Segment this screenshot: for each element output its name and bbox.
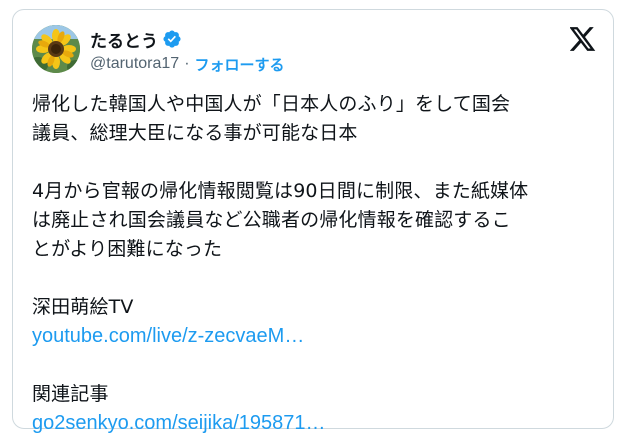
tweet-line: 帰化した韓国人や中国人が「日本人のふり」をして国会 — [32, 93, 511, 115]
source-link[interactable]: go2senkyo.com/seijika/195871… — [32, 409, 607, 438]
tweet-card: たるとう @tarutora17 · フォローする 帰化した韓国人や中国人が「日… — [12, 9, 614, 434]
follow-button[interactable]: フォローする — [195, 54, 285, 75]
tweet-line: 4月から官報の帰化情報閲覧は90日間に制限、また紙媒体 — [32, 180, 529, 202]
x-logo-icon[interactable] — [570, 27, 596, 51]
source-link[interactable]: youtube.com/live/z-zecvaeM… — [32, 322, 607, 351]
author-name-row: たるとう — [90, 27, 182, 52]
tweet-line: とがより困難になった — [32, 238, 223, 260]
avatar[interactable] — [32, 25, 80, 73]
author-handle-row: @tarutora17 · フォローする — [90, 53, 285, 75]
author-handle[interactable]: @tarutora17 — [90, 55, 179, 73]
source-label: 関連記事 — [32, 383, 109, 405]
source-label: 深田萌絵TV — [32, 296, 134, 318]
tweet-body: 帰化した韓国人や中国人が「日本人のふり」をして国会 議員、総理大臣になる事が可能… — [32, 90, 607, 438]
tweet-line: 議員、総理大臣になる事が可能な日本 — [32, 122, 358, 144]
verified-badge-icon[interactable] — [162, 29, 182, 49]
display-name[interactable]: たるとう — [90, 27, 158, 52]
sunflower-avatar-icon — [32, 25, 80, 73]
separator-dot: · — [184, 55, 190, 72]
tweet-line: は廃止され国会議員など公職者の帰化情報を確認するこ — [32, 209, 511, 231]
